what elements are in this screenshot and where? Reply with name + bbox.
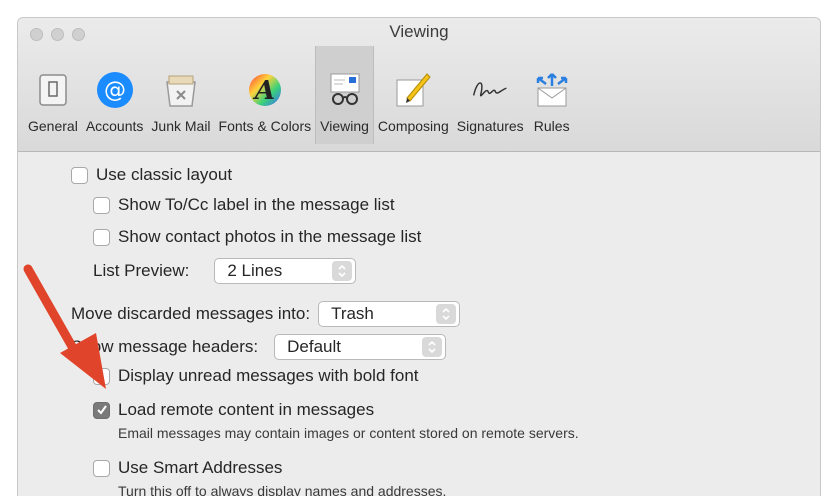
general-icon (33, 70, 73, 110)
tab-signatures-label: Signatures (456, 118, 524, 134)
message-headers-popup[interactable]: Default (274, 334, 447, 360)
smart-addresses-label: Use Smart Addresses (118, 458, 283, 477)
show-contact-photos-row[interactable]: Show contact photos in the message list (93, 227, 421, 247)
show-tocc-row[interactable]: Show To/Cc label in the message list (93, 195, 395, 215)
tab-fonts-colors-label: Fonts & Colors (218, 118, 312, 134)
tab-viewing[interactable]: Viewing (315, 46, 374, 144)
updown-chevron-icon (422, 337, 443, 357)
accounts-icon: @ (95, 70, 135, 110)
junk-mail-icon (161, 70, 201, 110)
rules-icon (532, 70, 572, 110)
bold-unread-label: Display unread messages with bold font (118, 366, 419, 385)
viewing-icon (325, 70, 365, 110)
load-remote-row[interactable]: Load remote content in messages (93, 400, 374, 420)
load-remote-label: Load remote content in messages (118, 400, 375, 419)
tab-signatures[interactable]: Signatures (453, 46, 528, 144)
tab-accounts-label: Accounts (85, 118, 144, 134)
list-preview-popup[interactable]: 2 Lines (214, 258, 357, 284)
message-headers-row: Show message headers: Default (71, 334, 447, 360)
smart-addresses-description: Turn this off to always display names an… (118, 483, 447, 496)
tab-composing[interactable]: Composing (374, 46, 453, 144)
use-classic-layout-label: Use classic layout (96, 165, 233, 184)
move-discarded-row: Move discarded messages into: Trash (71, 301, 461, 327)
move-discarded-popup[interactable]: Trash (318, 301, 461, 327)
show-tocc-checkbox[interactable] (93, 196, 110, 214)
load-remote-checkbox[interactable] (93, 401, 110, 419)
title-bar: Viewing General @ Accounts Junk Mail A F… (18, 18, 820, 152)
composing-icon (393, 70, 433, 110)
smart-addresses-checkbox[interactable] (93, 459, 110, 477)
svg-text:@: @ (104, 78, 126, 103)
updown-chevron-icon (332, 261, 353, 281)
tab-general[interactable]: General (24, 46, 82, 144)
show-contact-photos-label: Show contact photos in the message list (118, 227, 422, 246)
tab-junk-mail-label: Junk Mail (151, 118, 211, 134)
tab-junk-mail[interactable]: Junk Mail (147, 46, 214, 144)
tab-accounts[interactable]: @ Accounts (82, 46, 148, 144)
move-discarded-value: Trash (331, 304, 374, 323)
tab-composing-label: Composing (377, 118, 449, 134)
tab-fonts-colors[interactable]: A Fonts & Colors (215, 46, 316, 144)
tab-viewing-label: Viewing (320, 118, 369, 134)
preferences-window: Viewing General @ Accounts Junk Mail A F… (17, 17, 821, 496)
window-title: Viewing (389, 22, 449, 41)
preferences-toolbar: General @ Accounts Junk Mail A Fonts & C… (24, 46, 576, 144)
tab-general-label: General (28, 118, 78, 134)
load-remote-description: Email messages may contain images or con… (118, 425, 579, 441)
show-tocc-label: Show To/Cc label in the message list (118, 195, 395, 214)
annotation-arrow-icon (23, 264, 106, 389)
show-contact-photos-checkbox[interactable] (93, 228, 110, 246)
fonts-colors-icon: A (245, 70, 285, 110)
list-preview-value: 2 Lines (227, 261, 283, 280)
tab-rules[interactable]: Rules (528, 46, 576, 144)
message-headers-value: Default (287, 337, 341, 356)
signatures-icon (470, 70, 510, 110)
bold-unread-row[interactable]: Display unread messages with bold font (93, 366, 419, 386)
list-preview-row: List Preview: 2 Lines (93, 258, 357, 284)
svg-text:A: A (252, 76, 275, 106)
use-classic-layout-checkbox[interactable] (71, 166, 88, 184)
tab-rules-label: Rules (533, 118, 570, 134)
smart-addresses-row[interactable]: Use Smart Addresses (93, 458, 282, 478)
updown-chevron-icon (436, 304, 457, 324)
use-classic-layout-row[interactable]: Use classic layout (71, 165, 232, 185)
